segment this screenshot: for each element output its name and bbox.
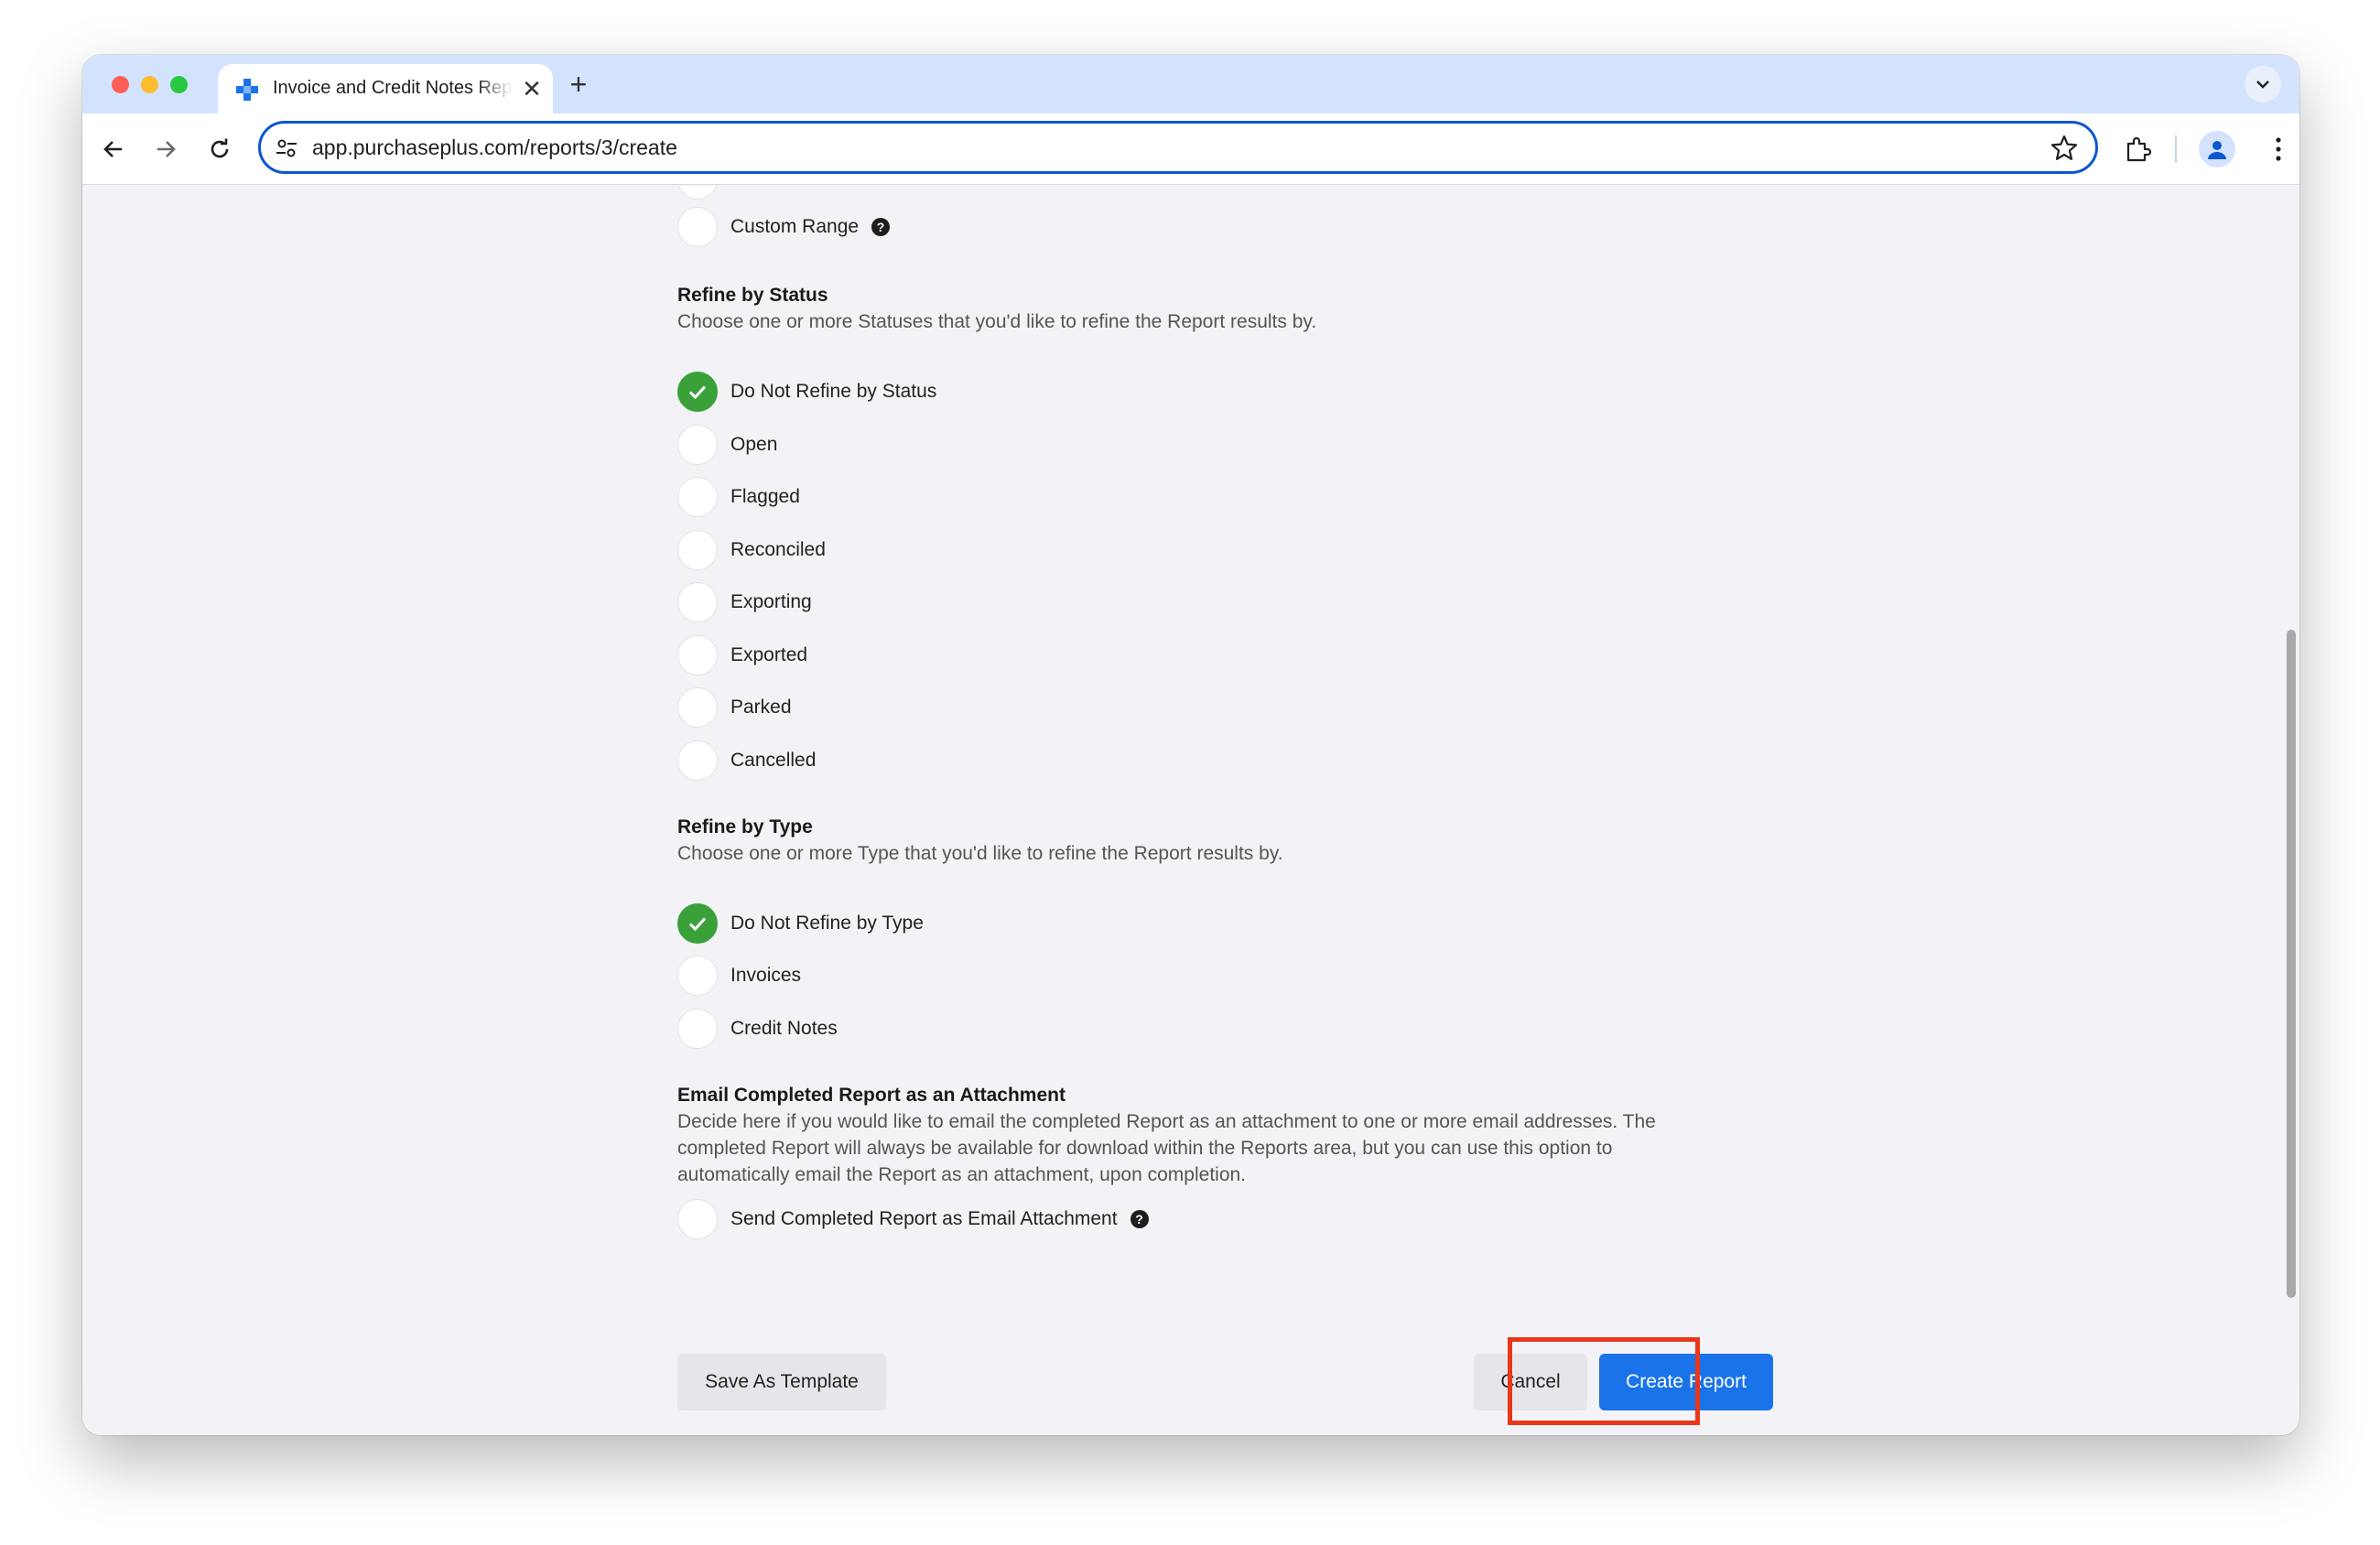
type-option-credit-notes[interactable]: Credit Notes — [677, 1008, 838, 1050]
status-option-cancelled[interactable]: Cancelled — [677, 740, 816, 782]
email-section-title: Email Completed Report as an Attachment — [677, 1085, 1066, 1106]
browser-tab-active[interactable]: Invoice and Credit Notes Report ✕ — [218, 64, 553, 113]
status-option-exporting[interactable]: Exporting — [677, 581, 812, 623]
new-tab-button[interactable]: + — [564, 70, 593, 99]
scrollbar-thumb[interactable] — [2287, 630, 2296, 1298]
site-settings-icon[interactable] — [274, 135, 299, 161]
email-attachment-option[interactable]: Send Completed Report as Email Attachmen… — [677, 1198, 1149, 1240]
type-section-description: Choose one or more Type that you'd like … — [677, 843, 1283, 864]
reload-icon — [211, 138, 229, 158]
email-section-description: Decide here if you would like to email t… — [677, 1111, 1656, 1185]
status-option-do-not-refine[interactable]: Do Not Refine by Status — [677, 371, 936, 413]
type-option-invoices[interactable]: Invoices — [677, 955, 801, 997]
url-text: app.purchaseplus.com/reports/3/create — [312, 135, 677, 159]
radio-button[interactable] — [677, 582, 718, 622]
radio-button[interactable] — [677, 1199, 718, 1239]
reload-button[interactable] — [202, 132, 237, 167]
extensions-button[interactable] — [2120, 132, 2155, 167]
type-section-title: Refine by Type — [677, 816, 813, 837]
radio-button[interactable] — [677, 740, 718, 781]
purchaseplus-favicon-icon — [236, 79, 258, 101]
radio-button[interactable] — [677, 956, 718, 996]
maximize-window-button[interactable] — [170, 76, 188, 93]
status-option-reconciled[interactable]: Reconciled — [677, 529, 826, 571]
radio-button[interactable] — [677, 687, 718, 728]
arrow-left-icon — [103, 141, 122, 157]
radio-button[interactable] — [677, 207, 718, 247]
option-label: Exporting — [730, 591, 812, 612]
option-label: Send Completed Report as Email Attachmen… — [730, 1208, 1118, 1229]
help-icon[interactable]: ? — [871, 218, 891, 236]
status-section-description: Choose one or more Statuses that you'd l… — [677, 311, 1317, 332]
back-button[interactable] — [96, 132, 131, 167]
radio-button[interactable] — [677, 186, 718, 200]
tab-search-button[interactable] — [2245, 66, 2281, 103]
option-label: Credit Notes — [730, 1018, 838, 1039]
kebab-menu-icon — [2276, 137, 2281, 161]
toolbar-separator — [2175, 135, 2177, 163]
status-option-open[interactable]: Open — [677, 424, 777, 466]
tab-close-icon[interactable]: ✕ — [520, 77, 544, 101]
browser-window: Invoice and Credit Notes Report ✕ + app.… — [82, 55, 2299, 1435]
minimize-window-button[interactable] — [141, 76, 158, 93]
option-label: Do Not Refine by Type — [730, 913, 924, 934]
radio-button-checked[interactable] — [677, 903, 718, 944]
create-report-form: Custom Range ? Refine by Status Choose o… — [677, 186, 1776, 1435]
bookmark-star-icon[interactable] — [2050, 134, 2079, 163]
option-label: Custom Range — [730, 216, 860, 237]
date-range-option-hidden[interactable] — [677, 186, 718, 200]
close-window-button[interactable] — [112, 76, 129, 93]
profile-avatar-button[interactable] — [2199, 131, 2235, 167]
radio-button[interactable] — [677, 1009, 718, 1049]
arrow-right-icon — [157, 141, 176, 157]
option-label: Reconciled — [730, 539, 826, 560]
option-label: Invoices — [730, 965, 802, 986]
option-label: Cancelled — [730, 750, 817, 771]
checkmark-icon — [688, 385, 707, 400]
type-option-do-not-refine[interactable]: Do Not Refine by Type — [677, 902, 924, 945]
date-range-option-custom[interactable]: Custom Range ? — [677, 206, 891, 248]
forward-button[interactable] — [148, 132, 183, 167]
option-label: Parked — [730, 697, 792, 718]
browser-menu-button[interactable] — [2261, 132, 2296, 167]
option-label: Flagged — [730, 486, 800, 507]
tab-bar: Invoice and Credit Notes Report ✕ + — [82, 55, 2299, 113]
address-bar[interactable]: app.purchaseplus.com/reports/3/create — [258, 121, 2098, 174]
page-content: Custom Range ? Refine by Status Choose o… — [82, 186, 2299, 1435]
tab-title: Invoice and Credit Notes Report — [273, 78, 513, 98]
puzzle-piece-icon — [2126, 136, 2151, 162]
status-option-exported[interactable]: Exported — [677, 634, 807, 676]
chevron-down-icon — [2256, 81, 2269, 89]
person-icon — [2208, 141, 2226, 159]
radio-button[interactable] — [677, 530, 718, 570]
save-as-template-button[interactable]: Save As Template — [677, 1354, 886, 1410]
radio-button-checked[interactable] — [677, 372, 718, 412]
help-icon[interactable]: ? — [1130, 1210, 1149, 1228]
radio-button[interactable] — [677, 425, 718, 465]
status-section-title: Refine by Status — [677, 285, 828, 306]
option-label: Exported — [730, 644, 808, 665]
highlight-annotation-box — [1508, 1337, 1700, 1425]
status-option-flagged[interactable]: Flagged — [677, 476, 800, 518]
status-option-parked[interactable]: Parked — [677, 686, 792, 729]
checkmark-icon — [688, 917, 707, 932]
browser-toolbar: app.purchaseplus.com/reports/3/create — [82, 113, 2299, 185]
radio-button[interactable] — [677, 477, 718, 517]
radio-button[interactable] — [677, 635, 718, 675]
option-label: Do Not Refine by Status — [730, 381, 937, 402]
option-label: Open — [730, 434, 778, 455]
page-scrollbar[interactable] — [2281, 186, 2299, 1435]
